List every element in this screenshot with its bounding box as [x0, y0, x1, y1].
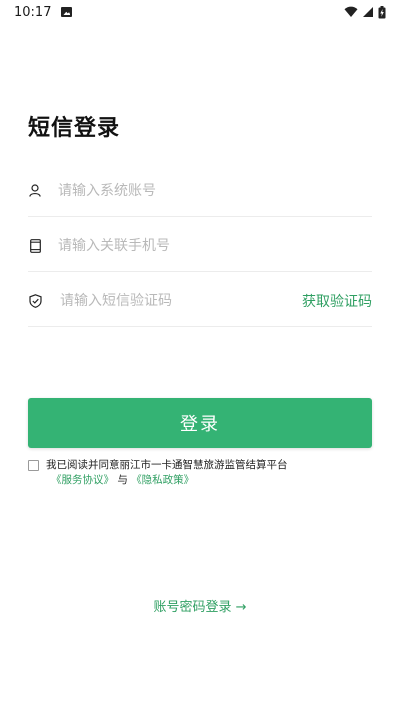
login-button[interactable]: 登录	[28, 398, 372, 448]
status-time: 10:17	[14, 4, 52, 20]
shield-check-icon	[28, 293, 42, 308]
agreement-connector: 与	[117, 474, 128, 486]
battery-charging-icon	[378, 5, 386, 18]
code-field-row: 获取验证码	[28, 275, 372, 327]
account-field-row	[28, 165, 372, 217]
phone-input[interactable]	[58, 233, 372, 258]
wifi-icon	[344, 6, 358, 17]
phone-field-row	[28, 220, 372, 272]
status-bar: 10:17	[0, 0, 400, 24]
sms-login-screen: 10:17 短信登录 请输入系统账号 请输入关联手机号 请输入短信验证码 获取验…	[0, 0, 400, 711]
image-icon	[61, 7, 73, 17]
account-input[interactable]	[58, 178, 372, 203]
privacy-policy-link[interactable]: 《隐私政策》	[131, 474, 194, 486]
agreement-links: 《服务协议》 与 《隐私政策》	[46, 473, 288, 488]
user-icon	[28, 184, 42, 198]
phone-icon	[28, 238, 42, 253]
service-agreement-link[interactable]: 《服务协议》	[51, 474, 114, 486]
status-left: 10:17	[14, 4, 73, 20]
sms-code-input[interactable]	[60, 288, 302, 313]
agreement: 我已阅读并同意丽江市一卡通智慧旅游监管结算平台 《服务协议》 与 《隐私政策》	[28, 458, 372, 488]
status-right	[344, 5, 386, 19]
password-login-link[interactable]: 账号密码登录 →	[0, 596, 400, 615]
agreement-checkbox[interactable]	[28, 460, 39, 471]
agreement-statement: 我已阅读并同意丽江市一卡通智慧旅游监管结算平台	[46, 459, 288, 471]
page-title: 短信登录	[28, 116, 121, 141]
signal-icon	[363, 7, 373, 17]
get-code-button[interactable]: 获取验证码	[302, 291, 372, 311]
agreement-text: 我已阅读并同意丽江市一卡通智慧旅游监管结算平台 《服务协议》 与 《隐私政策》	[46, 458, 288, 488]
